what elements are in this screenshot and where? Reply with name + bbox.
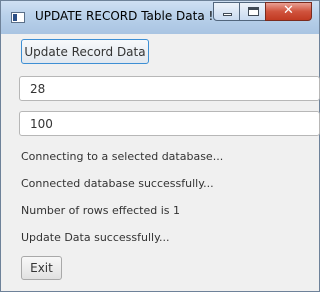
status-message-connected: Connected database successfully...	[21, 177, 214, 190]
caption-buttons: ✕	[213, 2, 315, 22]
maximize-icon	[248, 7, 259, 16]
maximize-button[interactable]	[239, 2, 266, 21]
minimize-icon	[223, 13, 232, 16]
status-message-rows-affected: Number of rows effected is 1	[21, 204, 181, 217]
app-window: UPDATE RECORD Table Data ! ✕ Update Reco…	[0, 0, 320, 292]
close-icon: ✕	[283, 3, 294, 18]
status-message-connecting: Connecting to a selected database...	[21, 150, 224, 163]
record-id-field[interactable]	[19, 76, 320, 101]
status-message-update-done: Update Data successfully...	[21, 231, 170, 244]
exit-button[interactable]: Exit	[21, 256, 62, 280]
close-button[interactable]: ✕	[265, 2, 312, 21]
title-bar[interactable]: UPDATE RECORD Table Data ! ✕	[1, 1, 319, 34]
minimize-button[interactable]	[213, 2, 240, 21]
update-record-button[interactable]: Update Record Data	[21, 39, 149, 64]
window-icon[interactable]	[11, 12, 25, 23]
window-title: UPDATE RECORD Table Data !	[35, 9, 214, 23]
record-value-field[interactable]	[19, 111, 320, 136]
